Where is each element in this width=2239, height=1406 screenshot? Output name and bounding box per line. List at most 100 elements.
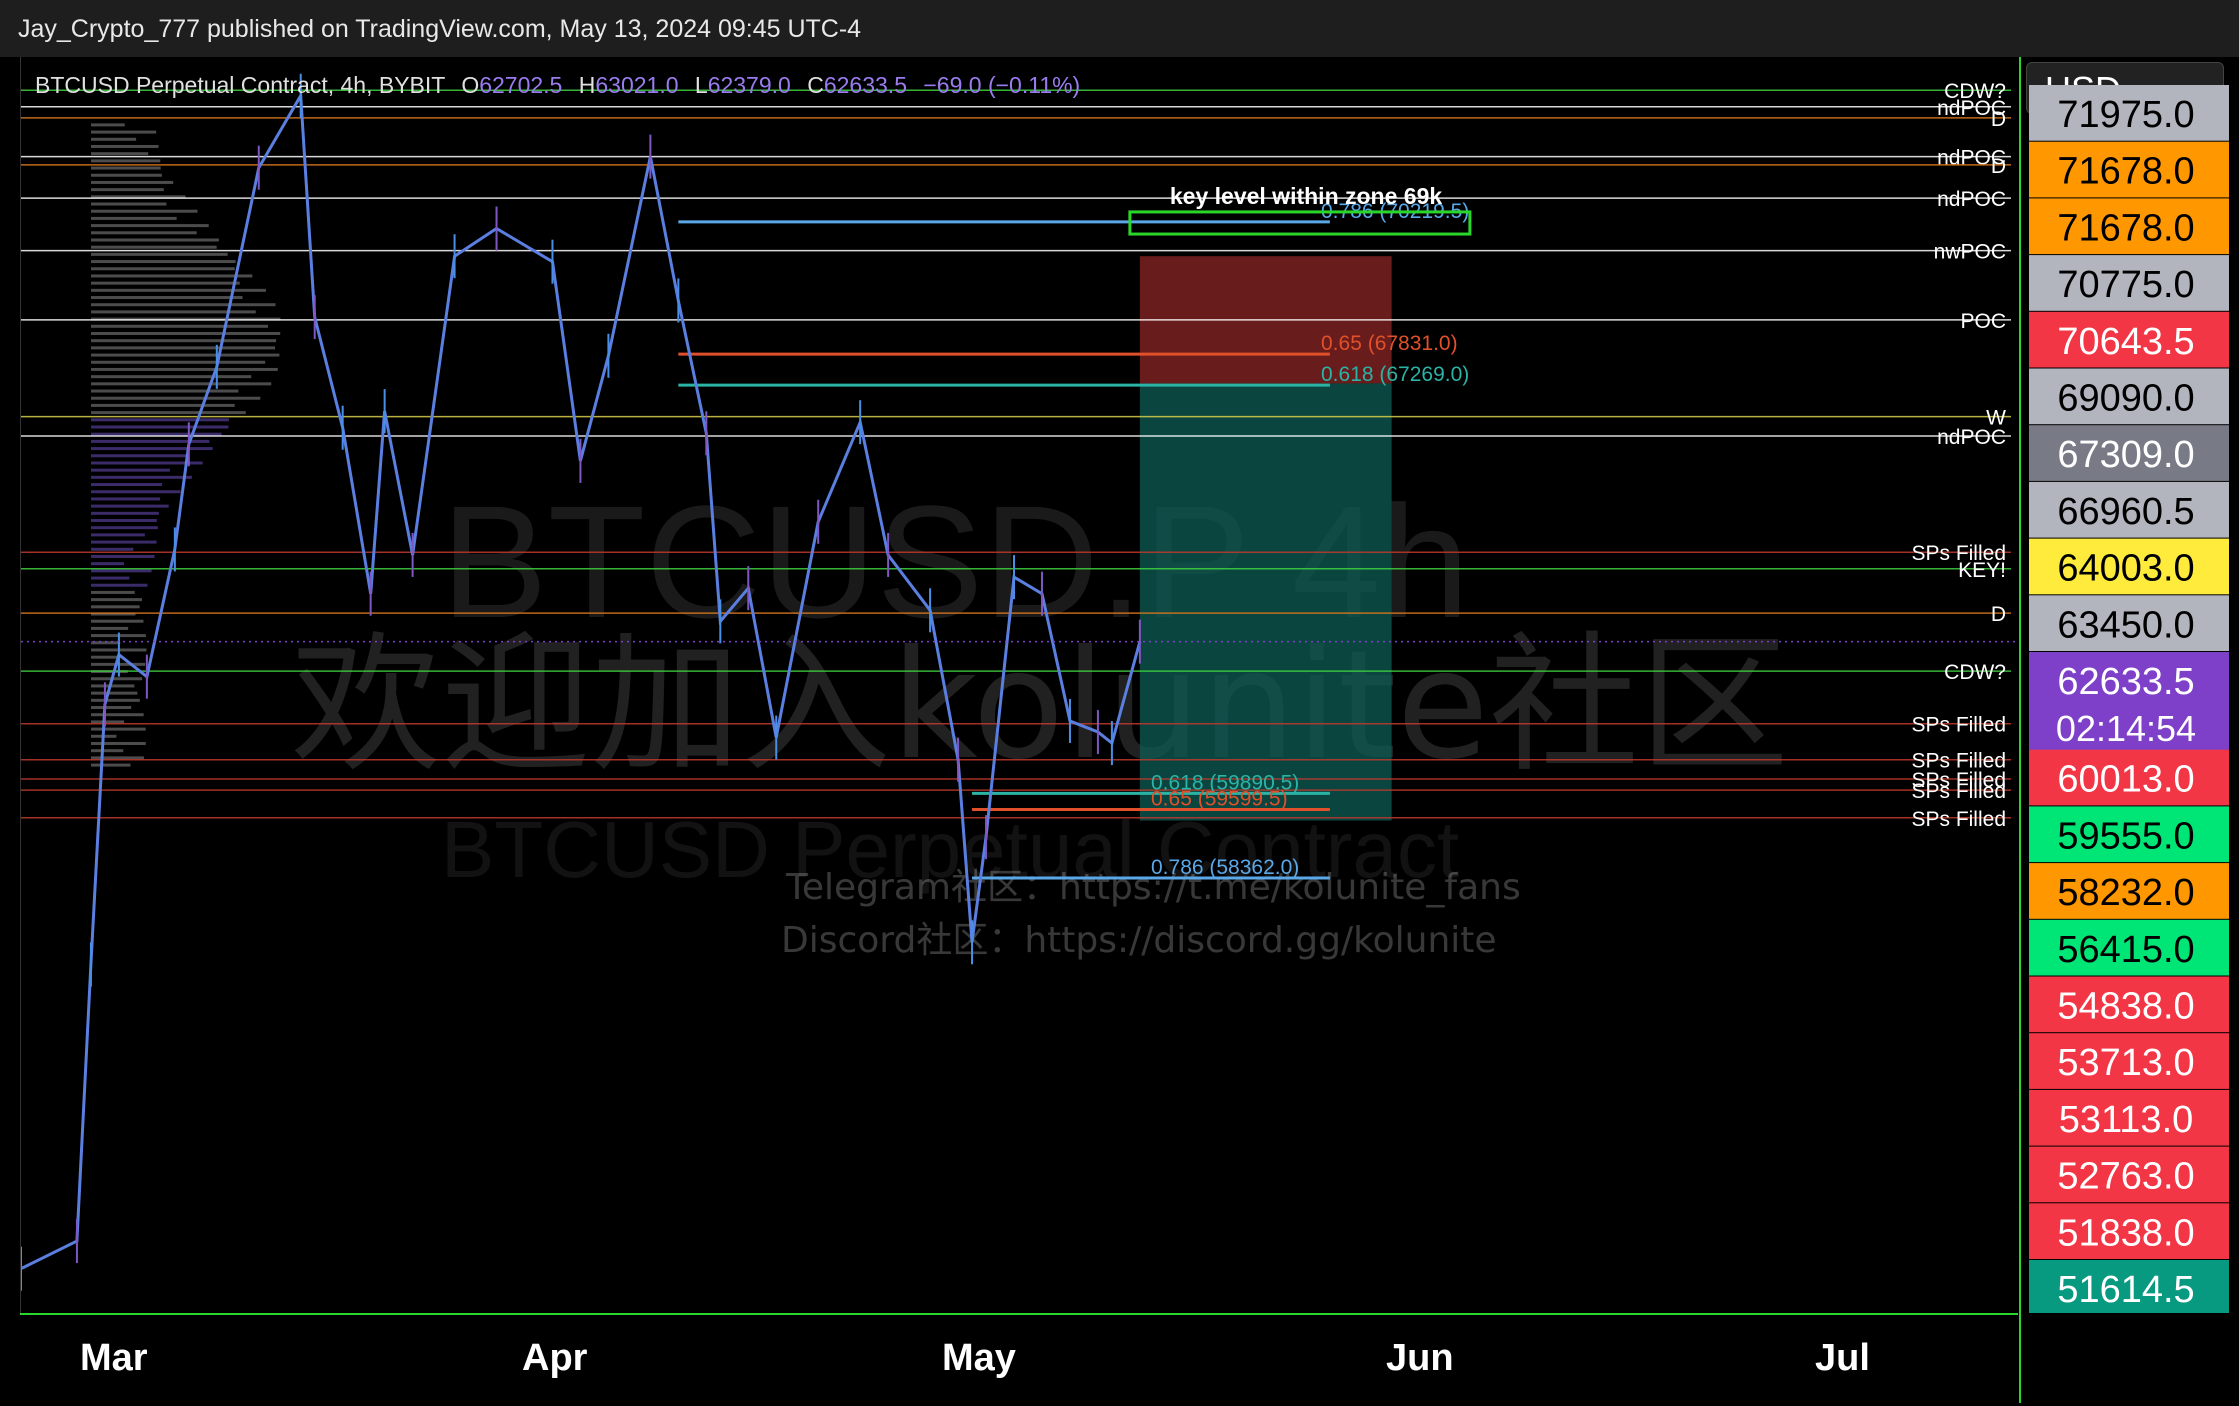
volume-profile-bar — [91, 483, 163, 487]
volume-profile-bar — [91, 267, 235, 271]
volume-profile-bar — [91, 749, 124, 753]
price-axis-tag-label: 71678.0 — [2057, 207, 2194, 249]
volume-profile-bar — [91, 339, 277, 343]
volume-profile-bar — [91, 727, 146, 731]
price-axis-tag-label: 53113.0 — [2059, 1099, 2194, 1141]
watermark-community: 欢迎加入kolunite社区 — [291, 619, 1789, 793]
volume-profile-bar — [91, 569, 152, 573]
volume-profile-bar — [91, 706, 132, 710]
volume-profile-bar — [91, 547, 134, 551]
volume-profile-bar — [91, 741, 146, 745]
volume-profile-bar — [91, 353, 280, 357]
watermark-discord: Discord社区：https://discord.gg/kolunite — [781, 920, 1497, 961]
volume-profile-bar — [91, 130, 157, 134]
level-label: D — [1991, 155, 2006, 178]
price-axis-tag-label: 71975.0 — [2057, 94, 2194, 136]
volume-profile-bar — [91, 562, 125, 566]
price-axis-tag-label: 69090.0 — [2057, 378, 2194, 420]
chart-pane[interactable]: BTCUSD.P 4h 欢迎加入kolunite社区 BTCUSD Perpetua… — [20, 57, 2021, 1313]
volume-profile-bar — [91, 274, 253, 278]
close-value: 62633.5 — [823, 72, 907, 98]
level-label: nwPOC — [1934, 241, 2006, 264]
volume-profile-bar — [91, 425, 229, 429]
fib-level-label: 0.786 (58362.0) — [1151, 856, 1299, 879]
symbol-legend: BTCUSD Perpetual Contract, 4h, BYBIT O62… — [35, 72, 1080, 99]
time-axis[interactable]: Mar Apr May Jun Jul — [20, 1313, 2018, 1405]
level-label: SPs Filled — [1911, 808, 2006, 831]
volume-profile-bar — [91, 403, 235, 407]
volume-profile-bar — [91, 144, 159, 148]
volume-profile-bar — [91, 691, 138, 695]
volume-profile-bar — [91, 619, 144, 623]
time-axis-label: Mar — [80, 1337, 148, 1379]
low-label: L — [694, 72, 708, 98]
price-chart[interactable]: BTCUSD.P 4h欢迎加入kolunite社区BTCUSD Perpetua… — [21, 57, 2021, 1313]
volume-profile-bar — [91, 123, 125, 127]
volume-profile-bar — [91, 490, 181, 494]
change-value: −69.0 (−0.11%) — [923, 72, 1081, 98]
price-axis-tag-label: 59555.0 — [2057, 815, 2194, 857]
volume-profile-bar — [91, 159, 161, 163]
volume-profile-bar — [91, 763, 131, 767]
volume-profile-bar — [91, 202, 167, 206]
price-axis-tag-label: 60013.0 — [2057, 759, 2194, 801]
price-axis-tag-label: 70643.5 — [2057, 321, 2194, 363]
price-axis[interactable]: 71975.0 71678.0 71678.0 70775.0 70643.5 69090… — [2021, 57, 2239, 1313]
high-label: H — [578, 72, 596, 98]
open-value: 62702.5 — [479, 72, 563, 98]
price-axis-tag-label: 53713.0 — [2057, 1042, 2194, 1084]
volume-profile-bar — [91, 605, 140, 609]
level-label: D — [1991, 603, 2006, 626]
level-label: SPs Filled — [1911, 714, 2006, 737]
volume-profile-bar — [91, 252, 228, 256]
level-label: D — [1991, 108, 2006, 131]
publisher-text: Jay_Crypto_777 published on TradingView.… — [18, 15, 862, 43]
volume-profile-bar — [91, 475, 192, 479]
volume-profile-bar — [91, 432, 222, 436]
volume-profile-bar — [91, 533, 145, 537]
volume-profile-bar — [91, 713, 144, 717]
volume-profile-bar — [91, 554, 155, 558]
price-axis-tag-label: 71678.0 — [2057, 151, 2194, 193]
bar-countdown: 02:14:54 — [2056, 708, 2196, 749]
level-label: KEY! — [1958, 559, 2006, 582]
volume-profile-bar — [91, 626, 129, 630]
close-label: C — [807, 72, 824, 98]
volume-profile-bar — [91, 188, 164, 192]
volume-profile-bar — [91, 224, 209, 228]
volume-profile-bar — [91, 367, 278, 371]
price-axis-tag-label: 58232.0 — [2057, 872, 2194, 914]
volume-profile-bar — [91, 684, 135, 688]
publisher-bar: Jay_Crypto_777 published on TradingView.… — [0, 0, 2239, 57]
fib-level-label: 0.65 (59599.5) — [1151, 788, 1288, 811]
volume-profile-bar — [91, 526, 158, 530]
volume-profile-bar — [91, 296, 243, 300]
level-label: CDW? — [1944, 661, 2006, 684]
level-label: ndPOC — [1937, 426, 2006, 449]
volume-profile-bar — [91, 454, 190, 458]
volume-profile-bar — [91, 382, 272, 386]
volume-profile-bar — [91, 389, 239, 393]
volume-profile-bar — [91, 209, 198, 213]
volume-profile-bar — [91, 583, 148, 587]
volume-profile-bar — [91, 324, 269, 328]
price-axis-tag-label: 56415.0 — [2057, 929, 2194, 971]
volume-profile-bar — [91, 576, 130, 580]
volume-profile-bar — [91, 698, 140, 702]
time-axis-label: May — [942, 1337, 1016, 1379]
level-label: POC — [1960, 310, 2006, 333]
volume-profile-bar — [91, 331, 281, 335]
volume-profile-bar — [91, 756, 144, 760]
volume-profile-bar — [91, 540, 157, 544]
time-axis-label: Jun — [1386, 1337, 1454, 1379]
volume-profile-bar — [91, 310, 256, 314]
volume-profile-bar — [91, 590, 135, 594]
volume-profile-bar — [91, 396, 261, 400]
volume-profile-bar — [91, 166, 161, 170]
volume-profile-bar — [91, 238, 219, 242]
low-value: 62379.0 — [707, 72, 791, 98]
volume-profile-bar — [91, 418, 229, 422]
volume-profile-bar — [91, 497, 161, 501]
volume-profile-bar — [91, 288, 266, 292]
volume-profile-bar — [91, 281, 240, 285]
